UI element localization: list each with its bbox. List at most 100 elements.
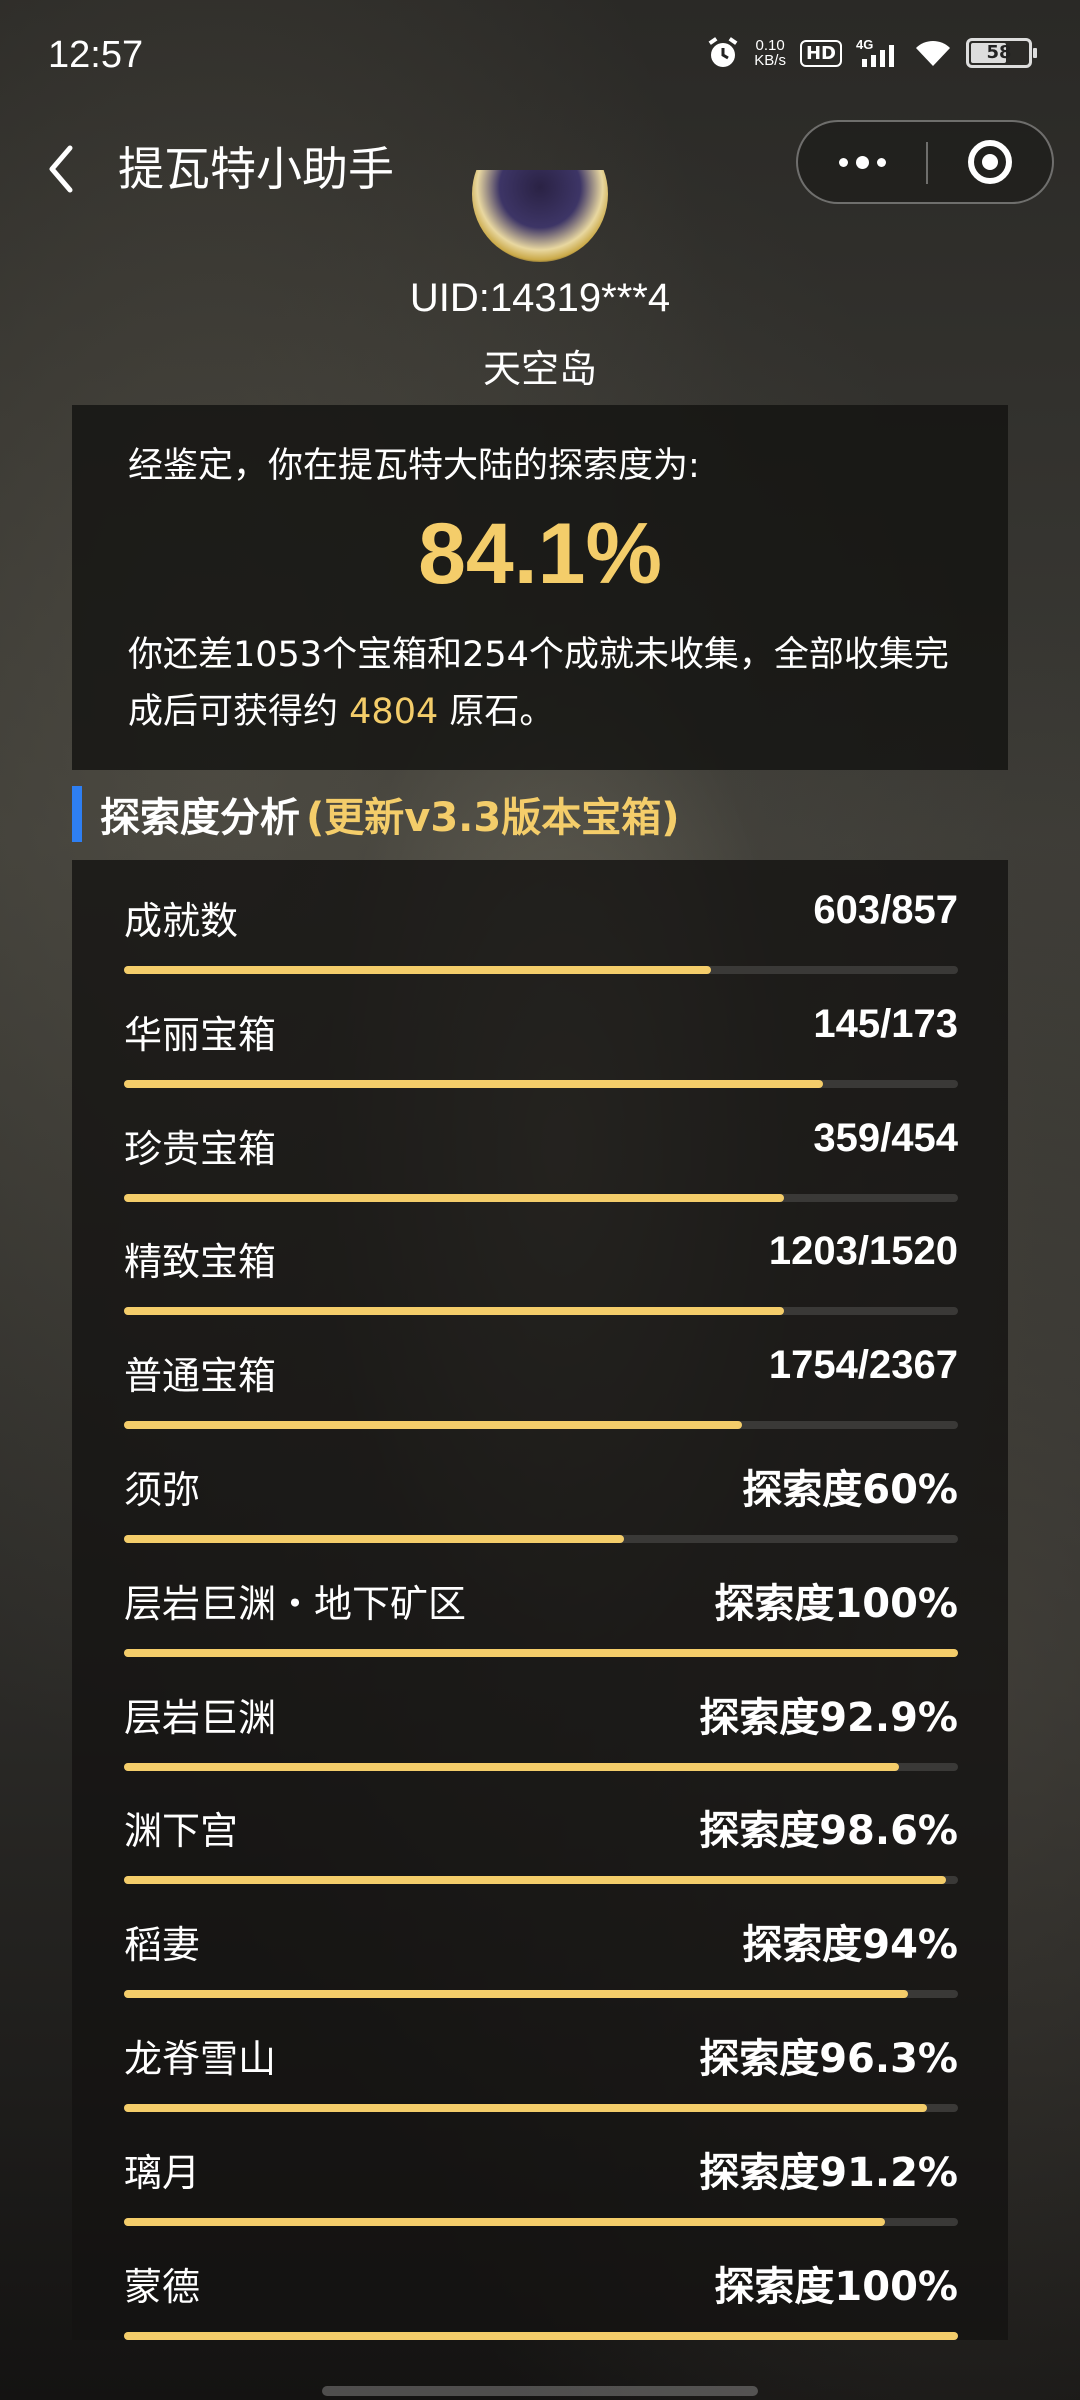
progress-fill <box>124 1648 958 1657</box>
network-speed-value: 0.10 <box>755 37 785 54</box>
row-value: 359/454 <box>813 1115 958 1160</box>
progress-track <box>124 2104 958 2112</box>
mini-program-capsule <box>796 120 1054 204</box>
progress-track <box>124 1307 958 1316</box>
row-label: 龙脊雪山 <box>124 2037 277 2081</box>
exploration-row: 璃月 探索度91.2% <box>124 2122 958 2236</box>
signal-type: 4G <box>856 37 873 52</box>
close-target-icon[interactable] <box>968 140 1012 184</box>
status-time: 12:57 <box>48 34 144 76</box>
progress-track <box>124 1079 958 1088</box>
row-value: 1203/1520 <box>768 1229 958 1274</box>
exploration-row: 须弥 探索度60% <box>124 1439 958 1553</box>
progress-track <box>124 1193 958 1202</box>
row-value: 探索度94% <box>742 1922 958 1969</box>
back-arrow-icon[interactable] <box>36 134 96 204</box>
row-label: 渊下宫 <box>124 1809 239 1854</box>
page-title: 提瓦特小助手 <box>118 142 394 196</box>
progress-track <box>124 2331 958 2340</box>
exploration-row: 龙脊雪山 探索度96.3% <box>124 2008 958 2122</box>
row-label: 层岩巨渊・地下矿区 <box>124 1581 467 1626</box>
row-label: 须弥 <box>124 1468 201 1512</box>
exploration-row: 华丽宝箱 145/173 <box>124 984 958 1098</box>
progress-fill <box>124 1762 899 1771</box>
exploration-row: 层岩巨渊・地下矿区 探索度100% <box>124 1553 958 1667</box>
row-value: 探索度96.3% <box>699 2036 958 2082</box>
exploration-row: 蒙德 探索度100% <box>124 2236 958 2350</box>
progress-fill <box>124 2331 958 2340</box>
exploration-row: 层岩巨渊 探索度92.9% <box>124 1667 958 1781</box>
wifi-icon <box>916 40 950 66</box>
avatar <box>472 170 608 262</box>
progress-track <box>124 1876 958 1885</box>
row-label: 璃月 <box>124 2150 201 2195</box>
row-value: 探索度91.2% <box>699 2149 958 2196</box>
row-label: 珍贵宝箱 <box>124 1126 277 1171</box>
primogem-count: 4804 <box>349 692 439 732</box>
section-header: 探索度分析 (更新v3.3版本宝箱) <box>72 784 680 844</box>
status-bar: 12:57 0.10 KB/s HD 4G 58 <box>0 0 1080 120</box>
progress-fill <box>124 1535 625 1543</box>
summary-intro: 经鉴定，你在提瓦特大陆的探索度为: <box>128 446 700 486</box>
section-title: 探索度分析 <box>100 795 300 841</box>
row-label: 蒙德 <box>124 2264 201 2309</box>
exploration-summary-card: 经鉴定，你在提瓦特大陆的探索度为: 84.1% 你还差1053个宝箱和254个成… <box>72 405 1008 770</box>
exploration-row: 精致宝箱 1203/1520 <box>124 1211 958 1325</box>
summary-desc-suffix: 原石。 <box>449 692 555 732</box>
progress-fill <box>124 1307 784 1316</box>
progress-fill <box>124 1193 784 1202</box>
progress-fill <box>124 2217 885 2226</box>
progress-fill <box>124 966 712 974</box>
progress-track <box>124 1762 958 1771</box>
exploration-row: 渊下宫 探索度98.6% <box>124 1780 958 1894</box>
signal-icon: 4G <box>856 37 894 67</box>
network-speed: 0.10 KB/s <box>754 38 786 68</box>
progress-fill <box>124 1421 742 1430</box>
section-subtitle: (更新v3.3版本宝箱) <box>306 795 680 841</box>
progress-track <box>124 1990 958 1999</box>
battery-icon: 58 <box>966 38 1037 68</box>
progress-track <box>124 1535 958 1543</box>
total-exploration-percent: 84.1% <box>418 506 662 602</box>
row-value: 1754/2367 <box>768 1343 958 1388</box>
exploration-list: 成就数 603/857 华丽宝箱 145/173 珍贵宝箱 359/454 精致宝箱 1203… <box>72 860 1008 2340</box>
row-value: 探索度100% <box>714 1580 958 1627</box>
progress-fill <box>124 1876 947 1885</box>
exploration-row: 珍贵宝箱 359/454 <box>124 1098 958 1212</box>
progress-fill <box>124 1990 908 1999</box>
row-value: 探索度60% <box>742 1467 958 1513</box>
more-menu-button[interactable] <box>798 122 926 202</box>
row-value: 探索度92.9% <box>699 1694 958 1741</box>
row-label: 成就数 <box>124 899 239 943</box>
battery-level: 58 <box>986 42 1012 63</box>
row-value: 探索度100% <box>714 2263 958 2310</box>
summary-description: 你还差1053个宝箱和254个成就未收集，全部收集完成后可获得约 4804 原石… <box>128 627 968 741</box>
row-label: 层岩巨渊 <box>124 1695 277 1740</box>
progress-fill <box>124 2104 928 2112</box>
hd-icon: HD <box>799 39 842 67</box>
alarm-icon <box>708 37 738 67</box>
row-label: 华丽宝箱 <box>124 1012 277 1057</box>
more-dot-icon <box>838 157 848 167</box>
more-dot-icon <box>876 157 886 167</box>
progress-fill <box>124 1079 823 1088</box>
home-indicator <box>322 2386 758 2396</box>
progress-track <box>124 966 958 974</box>
row-label: 精致宝箱 <box>124 1240 277 1285</box>
exploration-row: 稻妻 探索度94% <box>124 1894 958 2008</box>
row-label: 普通宝箱 <box>124 1354 277 1399</box>
row-value: 145/173 <box>813 1001 958 1046</box>
more-dot-icon <box>855 155 869 169</box>
progress-track <box>124 2217 958 2226</box>
network-speed-unit: KB/s <box>754 52 786 69</box>
user-uid: UID:14319***4 <box>409 276 671 320</box>
server-name: 天空岛 <box>482 347 597 391</box>
row-value: 603/857 <box>813 888 958 932</box>
status-icons: 0.10 KB/s HD 4G 58 <box>706 36 1037 70</box>
exploration-row: 成就数 603/857 <box>124 870 958 984</box>
progress-track <box>124 1421 958 1430</box>
progress-track <box>124 1648 958 1657</box>
row-label: 稻妻 <box>124 1923 201 1968</box>
row-value: 探索度98.6% <box>699 1808 958 1855</box>
capsule-divider <box>926 142 928 184</box>
